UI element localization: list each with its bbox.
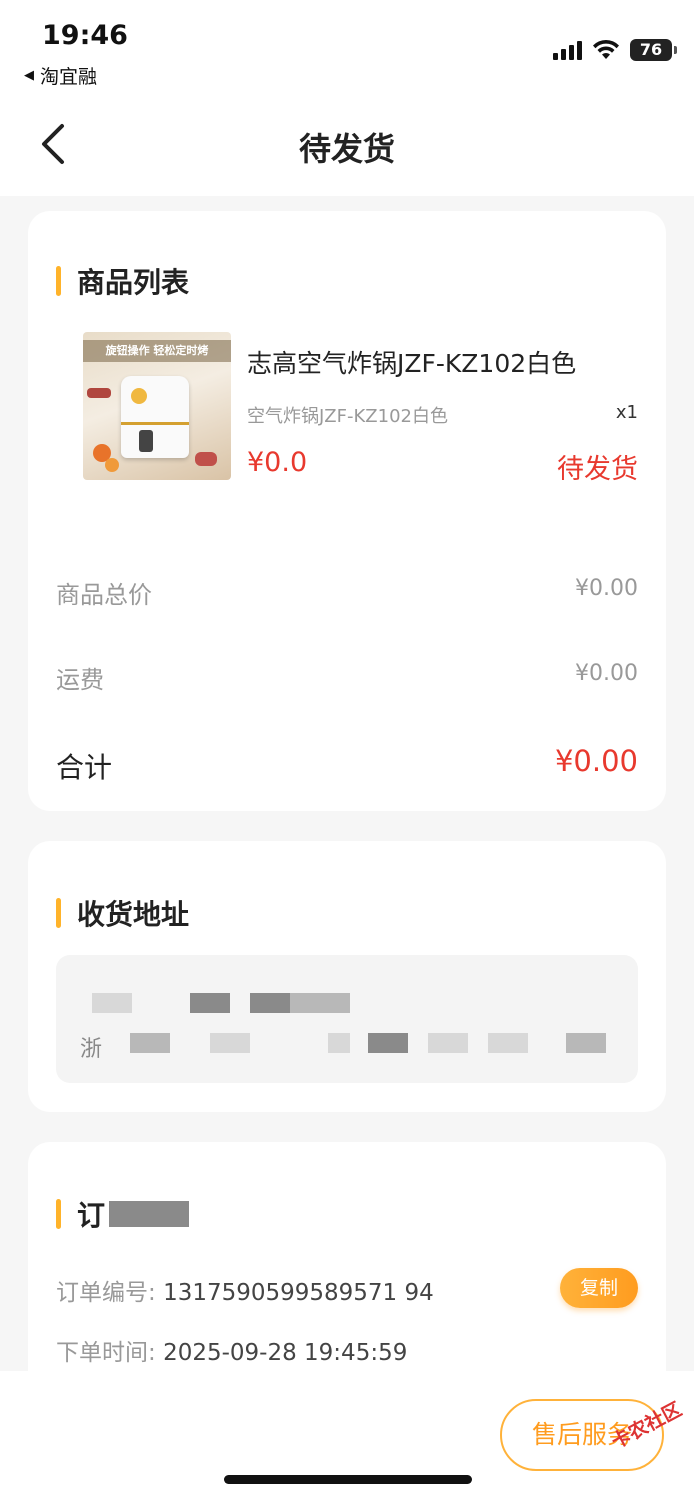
product-list-title: 商品列表	[77, 266, 190, 299]
shipping-label: 运费	[56, 666, 104, 694]
product-list-card: 商品列表 旋钮操作 轻松定时烤 志高空气炸锅JZF-KZ102白色 空气炸锅JZ…	[28, 211, 666, 811]
nav-bar: 待发货	[0, 96, 694, 196]
order-time-row: 下单时间: 2025-09-28 19:45:59	[56, 1333, 407, 1367]
status-time: 19:46	[42, 20, 128, 51]
back-to-app-link[interactable]: ◀ 淘宜融	[24, 62, 97, 89]
shipping-value: ¥0.00	[575, 661, 638, 686]
order-number-value: 1317590599589571 94	[163, 1280, 434, 1306]
cellular-signal-icon	[553, 40, 582, 60]
redacted-block	[368, 1033, 408, 1053]
product-name[interactable]: 志高空气炸锅JZF-KZ102白色	[247, 344, 576, 380]
order-time-label: 下单时间:	[56, 1340, 156, 1366]
product-price: ¥0.0	[247, 447, 308, 478]
order-info-title: 订	[77, 1199, 106, 1232]
wifi-icon	[593, 39, 619, 59]
section-accent-bar	[56, 266, 61, 296]
status-bar: 19:46 ◀ 淘宜融 76	[0, 0, 694, 96]
section-accent-bar	[56, 1199, 61, 1229]
redacted-block	[250, 993, 290, 1013]
address-heading: 收货地址	[56, 893, 189, 933]
air-fryer-illustration	[121, 376, 189, 458]
order-info-heading: 订	[56, 1194, 190, 1234]
home-indicator[interactable]	[224, 1475, 472, 1484]
address-text: 浙	[80, 1037, 103, 1062]
redacted-block	[428, 1033, 468, 1053]
redacted-block	[290, 993, 350, 1013]
order-number-label: 订单编号:	[56, 1280, 156, 1306]
product-quantity: x1	[615, 402, 638, 423]
bottom-action-bar: 售后服务 卡农社区	[0, 1371, 694, 1500]
redacted-block	[566, 1033, 606, 1053]
order-time-value: 2025-09-28 19:45:59	[163, 1340, 408, 1366]
total-label: 合计	[56, 751, 113, 784]
redacted-block	[210, 1033, 250, 1053]
subtotal-value: ¥0.00	[575, 576, 638, 601]
total-value: ¥0.00	[554, 744, 638, 778]
address-box[interactable]: 浙	[56, 955, 638, 1083]
product-status: 待发货	[557, 454, 638, 485]
copy-order-number-button[interactable]: 复制	[560, 1268, 638, 1308]
redacted-block	[130, 1033, 170, 1053]
product-spec: 空气炸锅JZF-KZ102白色	[247, 406, 448, 427]
product-image-banner: 旋钮操作 轻松定时烤	[83, 340, 231, 362]
battery-icon: 76	[630, 39, 677, 61]
redacted-block	[109, 1201, 190, 1227]
redacted-block	[92, 993, 132, 1013]
back-triangle-icon: ◀	[24, 68, 34, 83]
redacted-block	[488, 1033, 528, 1053]
back-app-label: 淘宜融	[40, 66, 98, 88]
product-list-heading: 商品列表	[56, 261, 189, 301]
redacted-block	[190, 993, 230, 1013]
subtotal-label: 商品总价	[56, 581, 152, 609]
product-image[interactable]: 旋钮操作 轻松定时烤	[83, 332, 231, 480]
redacted-block	[328, 1033, 350, 1053]
page-title: 待发货	[298, 130, 395, 168]
address-card: 收货地址 浙	[28, 841, 666, 1112]
address-title: 收货地址	[77, 898, 190, 931]
order-number-row: 订单编号: 1317590599589571 94	[56, 1273, 434, 1307]
section-accent-bar	[56, 898, 61, 928]
